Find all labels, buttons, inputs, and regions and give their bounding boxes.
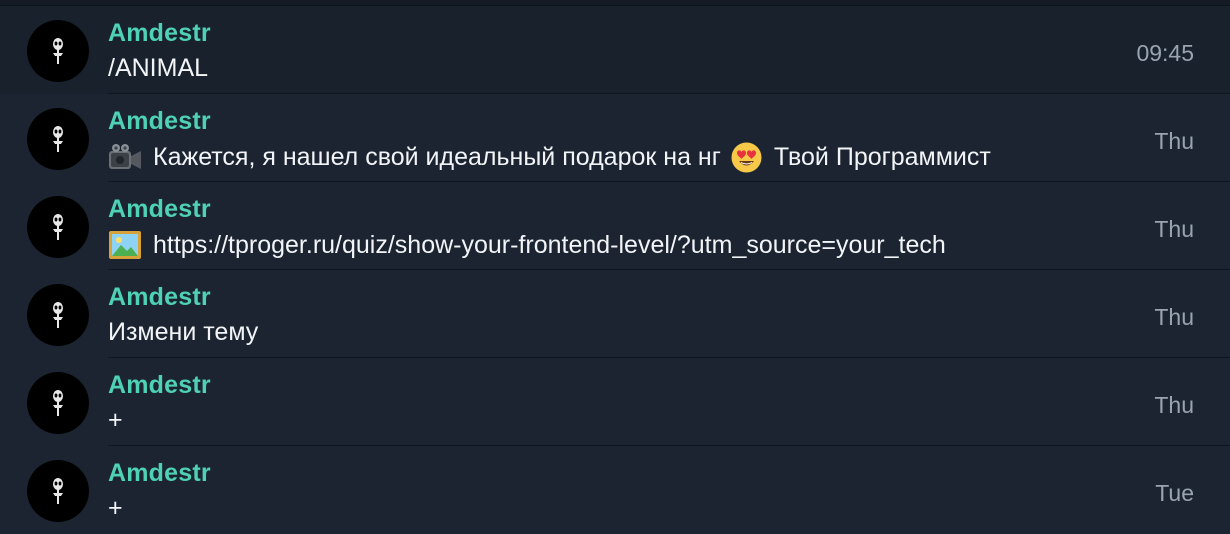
- alien-icon: [53, 214, 63, 240]
- sender-name: Amdestr: [108, 107, 211, 135]
- sender-name: Amdestr: [108, 19, 211, 47]
- message-preview: https://tproger.ru/quiz/show-your-fronte…: [108, 230, 946, 260]
- picture-icon: [108, 230, 142, 260]
- chat-list-item[interactable]: Amdestr Кажется, я нашел свой идеальный …: [0, 94, 1230, 182]
- sender-name: Amdestr: [108, 283, 211, 311]
- message-time: Thu: [1154, 216, 1194, 242]
- sender-name: Amdestr: [108, 195, 211, 223]
- alien-icon: [53, 126, 63, 152]
- message-text-suffix: Твой Программист: [773, 143, 991, 171]
- message-time: Thu: [1154, 392, 1194, 418]
- chat-list-item[interactable]: Amdestr Измени тему Thu: [0, 270, 1230, 358]
- message-preview: +: [108, 494, 123, 523]
- alien-icon: [53, 38, 63, 64]
- message-time: 09:45: [1136, 40, 1194, 66]
- alien-icon: [53, 478, 63, 504]
- message-text: Измени тему: [108, 318, 259, 346]
- sender-name: Amdestr: [108, 459, 211, 487]
- message-preview: Кажется, я нашел свой идеальный подарок …: [108, 142, 991, 173]
- alien-icon: [53, 302, 63, 328]
- avatar: [27, 460, 89, 522]
- message-preview: +: [108, 406, 123, 435]
- avatar: [27, 108, 89, 170]
- chat-list: Amdestr /ANIMAL 09:45 Amdestr Кажется, я…: [0, 0, 1230, 534]
- message-text: /ANIMAL: [108, 54, 209, 82]
- chat-list-item[interactable]: Amdestr + Thu: [0, 358, 1230, 446]
- video-camera-icon: [108, 143, 142, 173]
- sender-name: Amdestr: [108, 371, 211, 399]
- avatar: [27, 372, 89, 434]
- message-time: Thu: [1154, 128, 1194, 154]
- message-time: Tue: [1155, 480, 1194, 506]
- message-link-text: https://tproger.ru/quiz/show-your-fronte…: [153, 230, 946, 259]
- avatar: [27, 284, 89, 346]
- chat-list-item[interactable]: Amdestr + Tue: [0, 446, 1230, 534]
- alien-icon: [53, 390, 63, 416]
- avatar: [27, 20, 89, 82]
- message-text: +: [108, 494, 123, 522]
- message-text: Кажется, я нашел свой идеальный подарок …: [153, 143, 721, 171]
- message-preview: /ANIMAL: [108, 54, 208, 83]
- avatar: [27, 196, 89, 258]
- heart-eyes-emoji-icon: [731, 142, 762, 173]
- message-preview: Измени тему: [108, 318, 258, 347]
- chat-list-item[interactable]: Amdestr https://tproger.ru/quiz/show-you…: [0, 182, 1230, 270]
- message-text: +: [108, 406, 123, 434]
- message-time: Thu: [1154, 304, 1194, 330]
- chat-list-item[interactable]: Amdestr /ANIMAL 09:45: [0, 6, 1230, 94]
